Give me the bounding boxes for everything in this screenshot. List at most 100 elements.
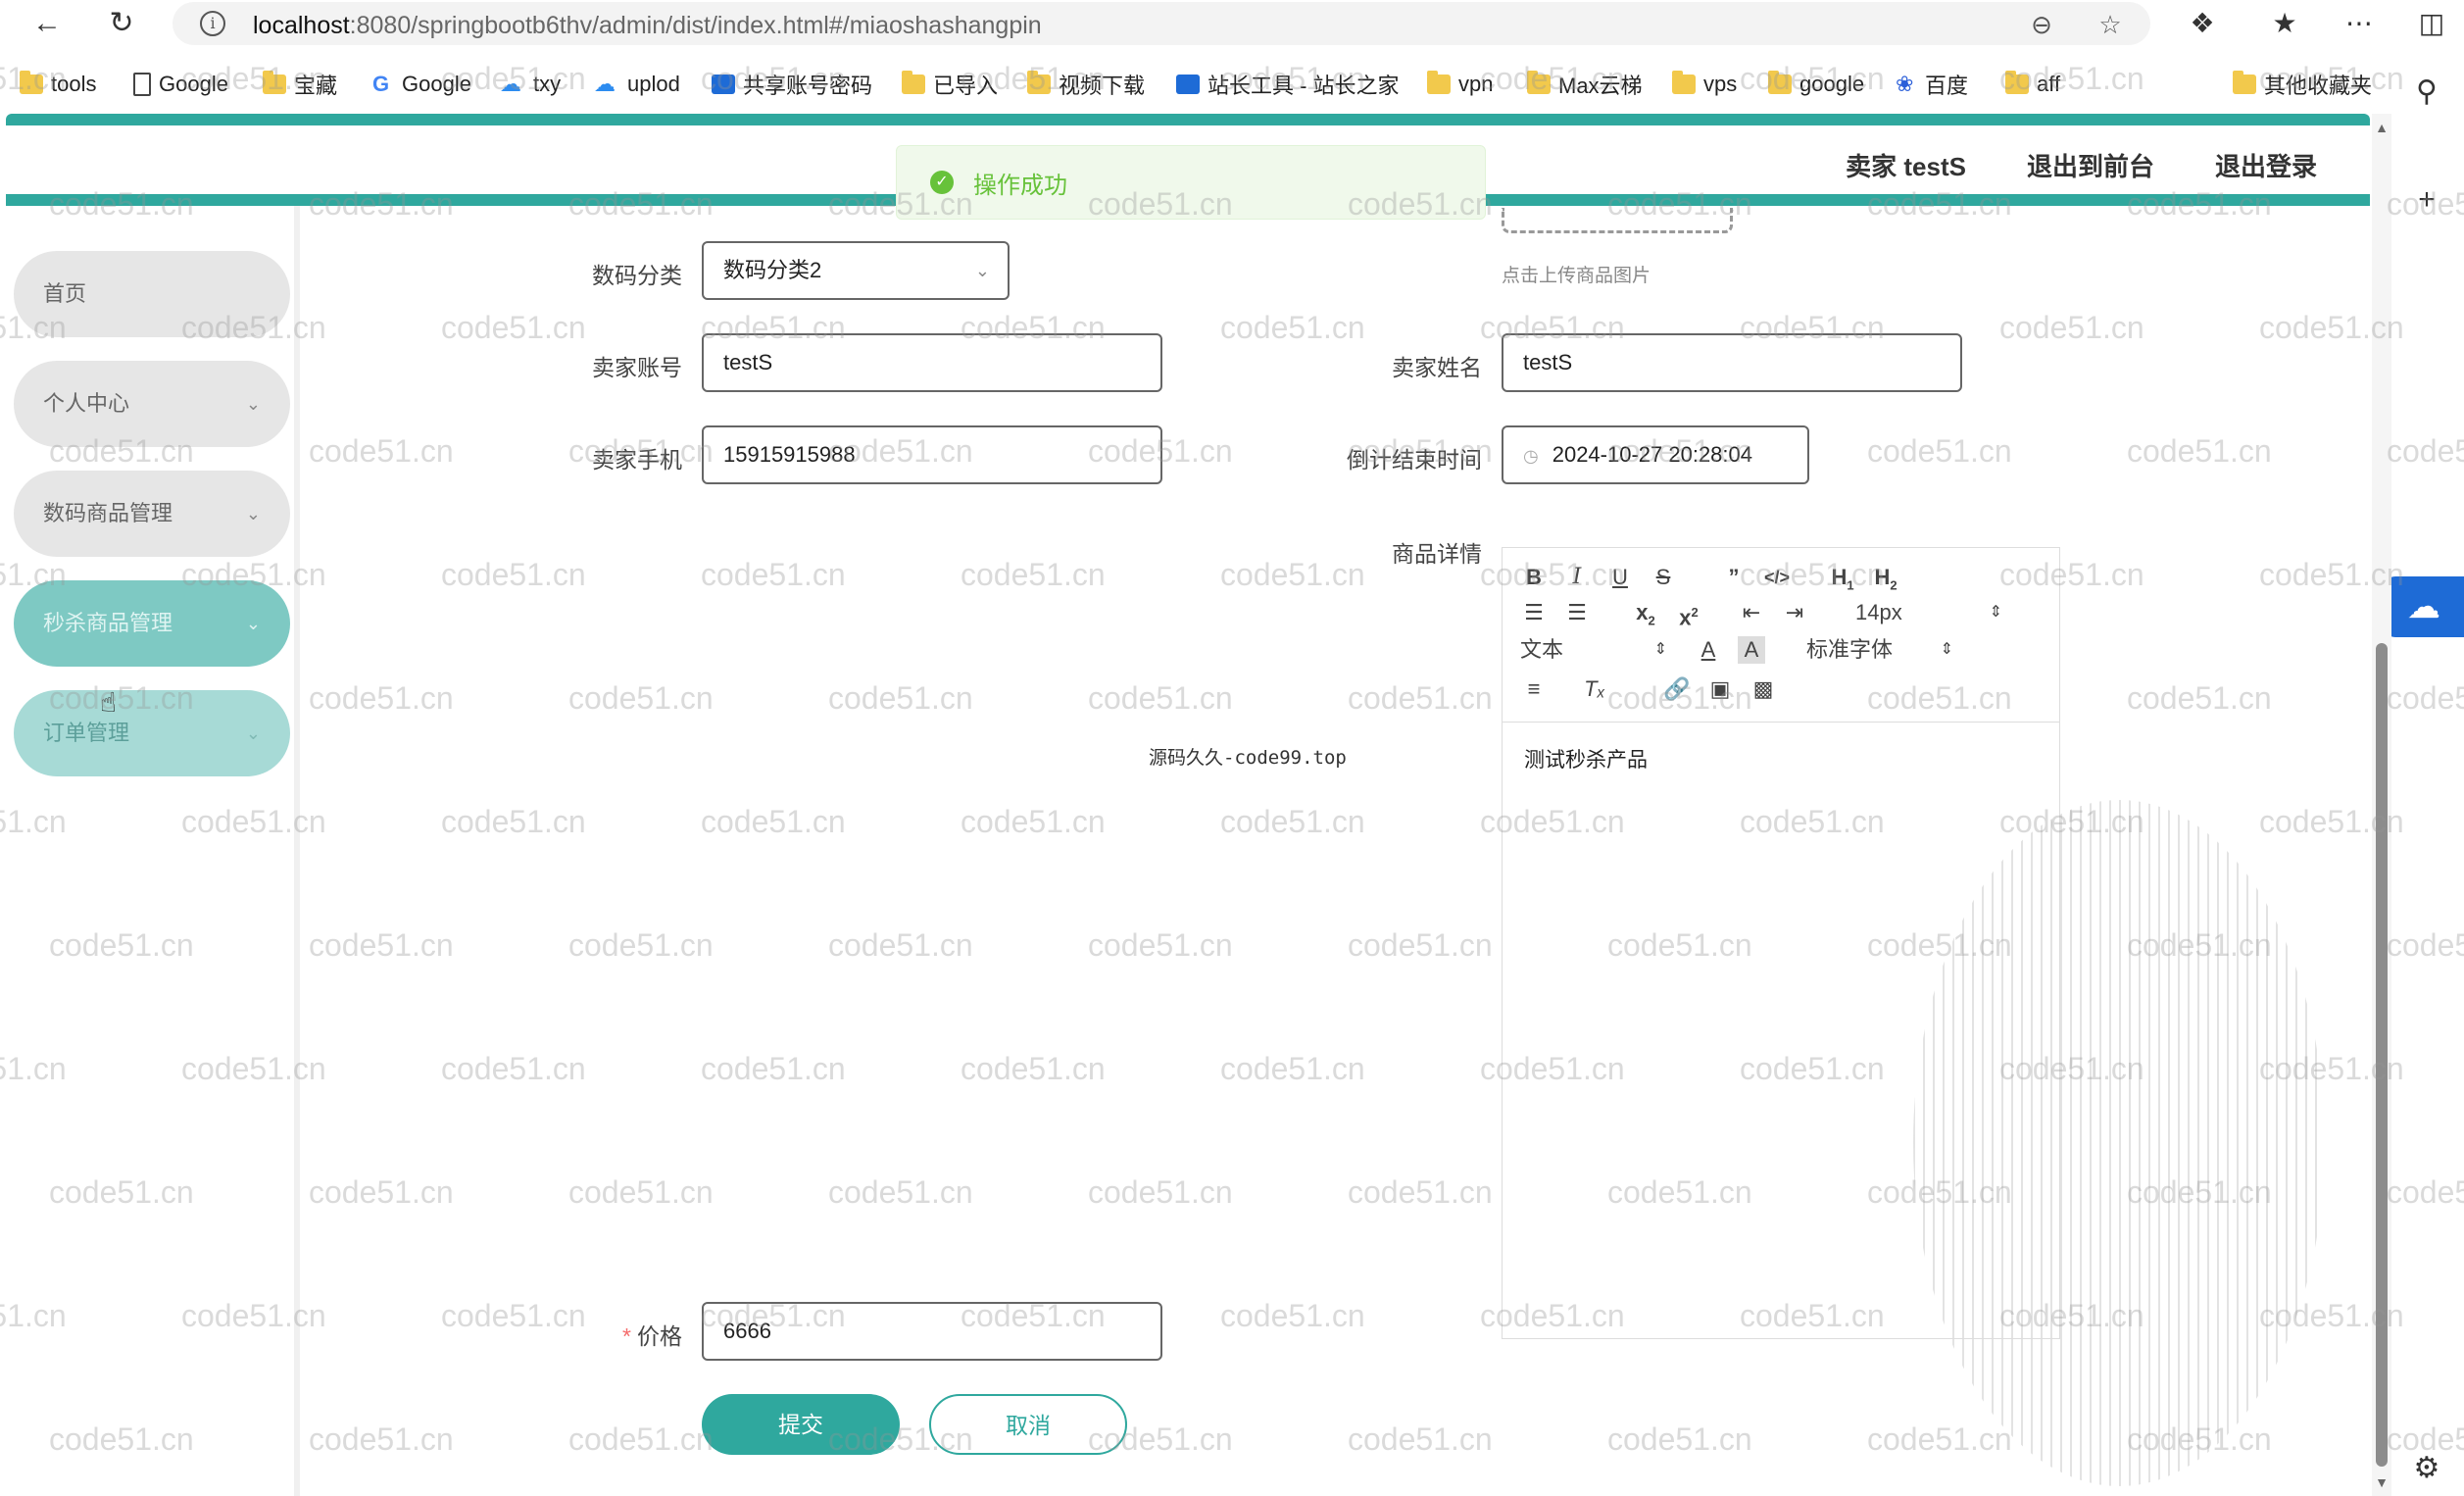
bookmark-baozang[interactable]: 宝藏	[263, 69, 337, 100]
favorite-star-icon[interactable]: ☆	[2095, 10, 2125, 39]
block-format-select[interactable]: 文本 ⇕	[1520, 636, 1667, 664]
heading1-icon[interactable]: H1	[1826, 564, 1859, 592]
bookmark-vpn[interactable]: vpn	[1427, 69, 1493, 100]
sidebar-item-orders[interactable]: 订单管理 ⌄	[14, 690, 290, 776]
reload-icon[interactable]: ↻	[104, 6, 139, 41]
bold-icon[interactable]: B	[1520, 564, 1548, 591]
heading2-icon[interactable]: H2	[1869, 564, 1902, 592]
bookmark-aff[interactable]: aff	[2005, 69, 2060, 100]
seller-name-label: 卖家姓名	[1392, 355, 1482, 380]
underline-icon[interactable]: U	[1606, 564, 1634, 591]
strikethrough-icon[interactable]: S	[1650, 564, 1677, 591]
editor-content[interactable]: 测试秒杀产品	[1524, 744, 1648, 773]
countdown-label: 倒计结束时间	[1347, 447, 1482, 473]
editor-toolbar: B I U S ” </> H1 H2 ☰ ☰ x2 x2 ⇤ ⇥ 14px ⇕ …	[1503, 548, 2059, 723]
search-icon[interactable]: ⚲	[2409, 75, 2444, 110]
scroll-down-arrow-icon[interactable]: ▼	[2374, 1474, 2390, 1490]
image-upload-box[interactable]	[1502, 208, 1733, 233]
superscript-icon[interactable]: x2	[1673, 599, 1704, 629]
zoom-out-icon[interactable]: ⊖	[2027, 10, 2056, 39]
bookmark-other-favorites[interactable]: 其他收藏夹	[2233, 69, 2372, 100]
background-color-icon[interactable]: A	[1738, 636, 1765, 664]
bullet-list-icon[interactable]: ☰	[1563, 599, 1591, 626]
clear-format-icon[interactable]: Tₓ	[1581, 675, 1608, 703]
bookmark-google-doc[interactable]: Google	[133, 69, 228, 100]
folder-icon	[20, 71, 43, 94]
bookmark-video-download[interactable]: 视频下载	[1027, 69, 1145, 100]
bookmark-vps[interactable]: vps	[1672, 69, 1737, 100]
outdent-icon[interactable]: ⇤	[1738, 599, 1765, 626]
image-icon[interactable]: ▣	[1706, 675, 1734, 703]
bookmark-google[interactable]: G Google	[372, 69, 471, 100]
back-arrow-icon[interactable]: ←	[29, 6, 65, 41]
bookmark-imported[interactable]: 已导入	[902, 69, 998, 100]
app-icon	[1176, 75, 1200, 94]
text-color-icon[interactable]: A	[1695, 636, 1722, 664]
seller-phone-input[interactable]: 15915915988	[702, 425, 1162, 484]
code-block-icon[interactable]: </>	[1761, 564, 1793, 591]
bookmark-tools[interactable]: tools	[20, 69, 96, 100]
sidebar-item-digital-products[interactable]: 数码商品管理 ⌄	[14, 471, 290, 557]
video-icon[interactable]: ▩	[1749, 675, 1777, 703]
category-select[interactable]: 数码分类2 ⌄	[702, 241, 1010, 300]
top-accent-bar	[6, 114, 2370, 125]
required-asterisk: *	[622, 1323, 631, 1349]
bookmark-baidu[interactable]: ❀ 百度	[1896, 69, 1968, 100]
font-size-select[interactable]: 14px ⇕	[1855, 599, 2002, 626]
add-icon[interactable]: +	[2409, 182, 2444, 218]
bookmark-txy[interactable]: ☁ txy	[500, 69, 561, 100]
bookmark-webmaster-tools[interactable]: 站长工具 - 站长之家	[1176, 69, 1400, 100]
select-arrows-icon: ⇕	[1940, 641, 1953, 658]
font-family-select[interactable]: 标准字体 ⇕	[1806, 636, 1953, 664]
site-info-icon[interactable]: i	[200, 11, 225, 36]
scrollbar-thumb[interactable]	[2376, 643, 2388, 1467]
browser-address-bar: ← ↻ i localhost:8080/springbootb6thv/adm…	[0, 0, 2464, 47]
more-menu-icon[interactable]: ⋯	[2342, 7, 2376, 40]
cloud-icon: ☁	[500, 72, 521, 96]
page-scrollbar[interactable]: ▲ ▼	[2372, 114, 2391, 1496]
countdown-datetime-picker[interactable]: ◷ 2024-10-27 20:28:04	[1502, 425, 1809, 484]
browser-side-panel: ⚲ + ⚙	[2391, 65, 2464, 1496]
url-field[interactable]: i localhost:8080/springbootb6thv/admin/d…	[172, 2, 2150, 45]
italic-icon[interactable]: I	[1563, 564, 1591, 591]
folder-icon	[1427, 71, 1451, 94]
bookmark-shared-accounts[interactable]: 共享账号密码	[712, 69, 872, 100]
baidu-paw-icon: ❀	[1896, 72, 1914, 96]
ordered-list-icon[interactable]: ☰	[1520, 599, 1548, 626]
favorites-icon[interactable]: ★	[2268, 7, 2301, 40]
indent-icon[interactable]: ⇥	[1781, 599, 1808, 626]
align-icon[interactable]: ≡	[1520, 675, 1548, 703]
submit-button[interactable]: 提交	[702, 1394, 900, 1455]
sidebar-item-label: 个人中心	[43, 391, 130, 416]
sidebar-item-home[interactable]: 首页	[14, 251, 290, 337]
logout-link[interactable]: 退出登录	[2215, 147, 2317, 183]
folder-icon	[1672, 71, 1696, 94]
sidebar-item-personal-center[interactable]: 个人中心 ⌄	[14, 361, 290, 447]
cloud-icon: ☁	[594, 72, 616, 96]
folder-icon	[902, 71, 925, 94]
sidebar-item-flash-sale-products[interactable]: 秒杀商品管理 ⌄	[14, 580, 290, 667]
clock-icon: ◷	[1523, 446, 1539, 466]
blockquote-icon[interactable]: ”	[1720, 564, 1748, 591]
bookmark-google-folder[interactable]: google	[1768, 69, 1864, 100]
seller-account-input[interactable]: testS	[702, 333, 1162, 392]
exit-to-front-link[interactable]: 退出到前台	[2027, 147, 2154, 183]
bookmarks-bar: tools Google 宝藏 G Google ☁ txy ☁ uplod 共享账号…	[0, 65, 2391, 104]
chevron-down-icon: ⌄	[245, 394, 261, 414]
subscript-icon[interactable]: x2	[1630, 599, 1661, 627]
cancel-button[interactable]: 取消	[929, 1394, 1127, 1455]
sidebar-item-label: 首页	[43, 281, 87, 306]
settings-gear-icon[interactable]: ⚙	[2409, 1451, 2444, 1486]
extensions-icon[interactable]: ❖	[2186, 7, 2219, 40]
sidebar-toggle-icon[interactable]: ◫	[2415, 7, 2448, 40]
baidu-cloud-float-icon[interactable]: ☁	[2384, 576, 2464, 637]
folder-icon	[2005, 71, 2029, 94]
google-icon: G	[372, 72, 390, 96]
bookmark-max[interactable]: Max云梯	[1527, 69, 1643, 100]
link-icon[interactable]: 🔗	[1663, 675, 1691, 703]
scroll-up-arrow-icon[interactable]: ▲	[2374, 120, 2390, 135]
seller-name-input[interactable]: testS	[1502, 333, 1962, 392]
folder-icon	[1768, 71, 1792, 94]
price-input[interactable]: 6666	[702, 1302, 1162, 1361]
bookmark-uplod[interactable]: ☁ uplod	[594, 69, 680, 100]
